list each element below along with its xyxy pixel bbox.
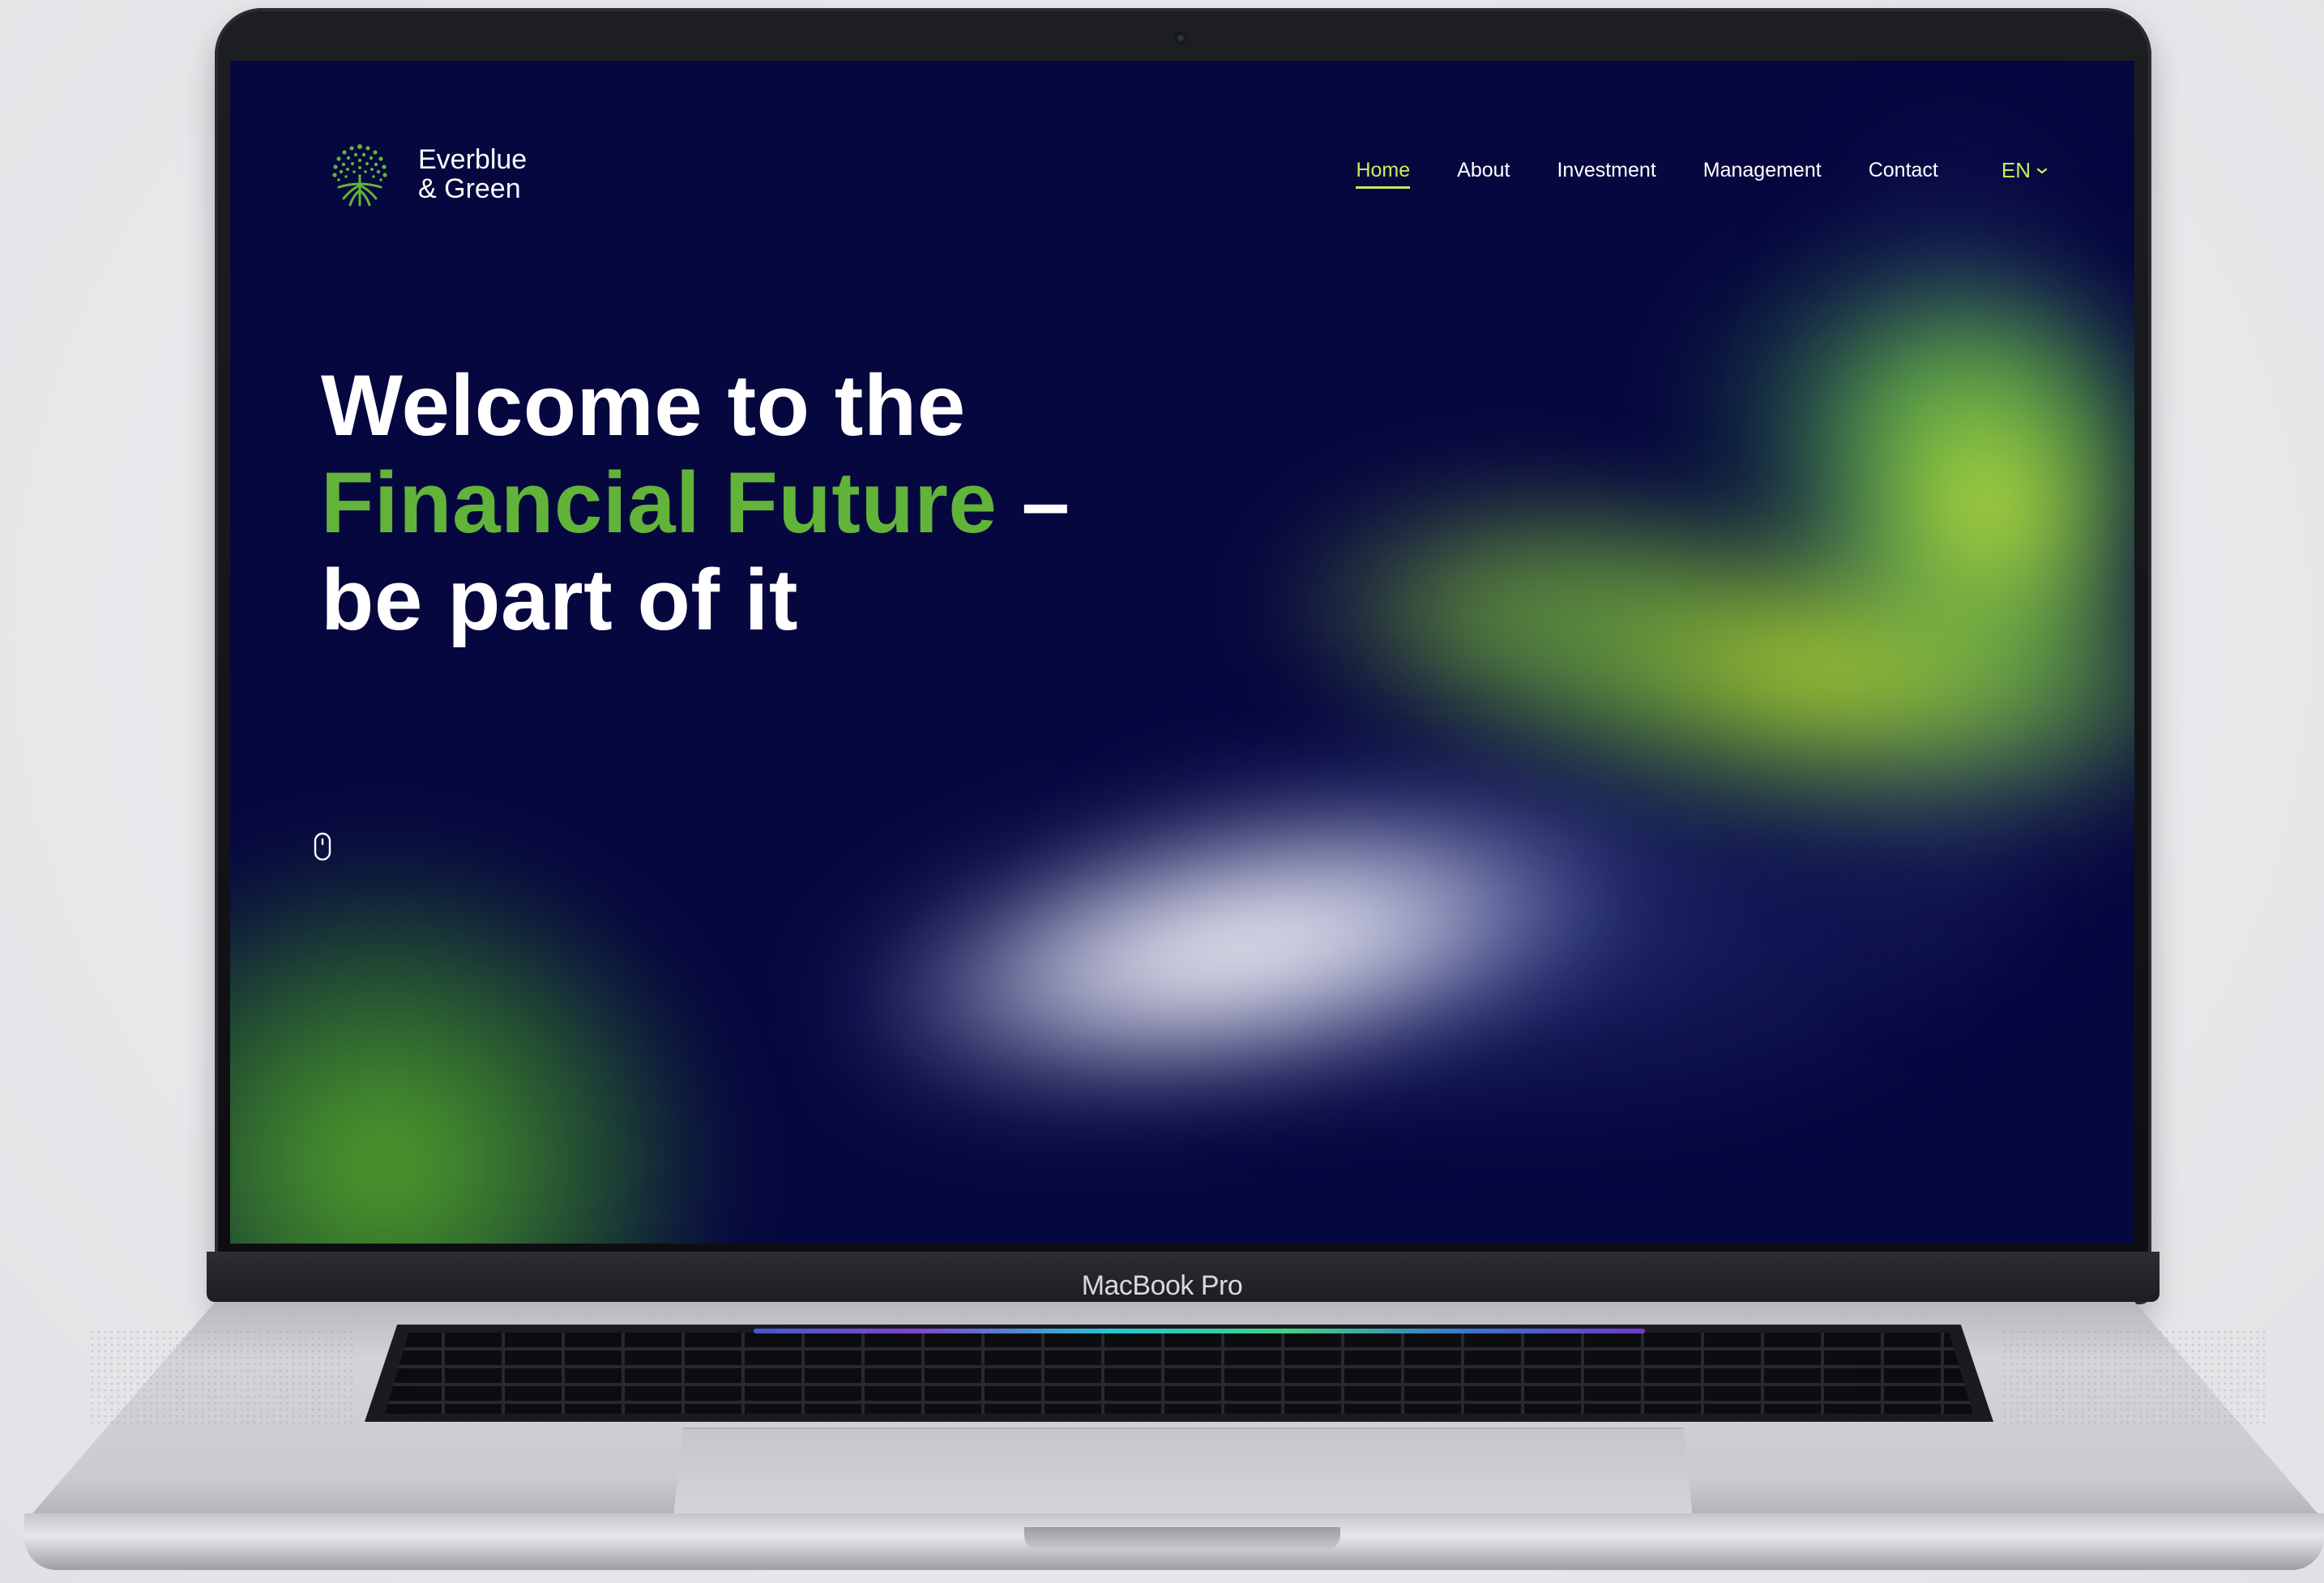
hero-line-1: Welcome to the (321, 356, 966, 454)
logo-line-2: & Green (418, 173, 521, 204)
site-logo[interactable]: Everblue & Green (321, 135, 527, 213)
background-glow (1267, 482, 1754, 725)
background-glow (1040, 709, 2013, 1130)
speaker-grille-left (89, 1329, 357, 1426)
nav-item-investment[interactable]: Investment (1557, 159, 1655, 189)
keyboard-keys (385, 1333, 1973, 1414)
background-glow (1770, 109, 2134, 1001)
background-glow (1818, 304, 2134, 725)
background-glow (828, 747, 1658, 1149)
nav-item-management[interactable]: Management (1703, 159, 1822, 189)
main-navigation: Home About Investment Management Contact… (1356, 158, 2048, 190)
nav-item-home[interactable]: Home (1356, 159, 1410, 189)
hero-line-2: Financial Future – (321, 454, 1070, 551)
hero-line-3: be part of it (321, 551, 799, 648)
nav-item-contact[interactable]: Contact (1869, 159, 1938, 189)
camera-icon (1175, 32, 1186, 44)
hero-highlight: Financial Future (321, 454, 998, 551)
mouse-scroll-icon[interactable] (313, 832, 332, 864)
background-glow (1367, 470, 2134, 867)
background-glow (1689, 239, 2134, 579)
touch-bar (754, 1329, 1645, 1333)
trackpad (673, 1427, 1694, 1525)
hero-dash: – (997, 454, 1070, 551)
language-selector[interactable]: EN (2001, 158, 2048, 190)
logo-line-1: Everblue (418, 144, 528, 175)
website-screen: Everblue & Green Home About Investment M… (230, 61, 2134, 1244)
language-label: EN (2001, 158, 2031, 182)
speaker-grille-right (2001, 1329, 2269, 1426)
lid-notch (1024, 1527, 1340, 1550)
nav-item-about[interactable]: About (1457, 159, 1510, 189)
chevron-down-icon (2036, 168, 2048, 173)
logo-text: Everblue & Green (418, 145, 527, 203)
hero-heading: Welcome to the Financial Future – be par… (321, 356, 1070, 648)
background-glow (230, 855, 716, 1244)
tree-roots-icon (332, 144, 387, 207)
device-brand-label: MacBook Pro (1081, 1270, 1243, 1301)
